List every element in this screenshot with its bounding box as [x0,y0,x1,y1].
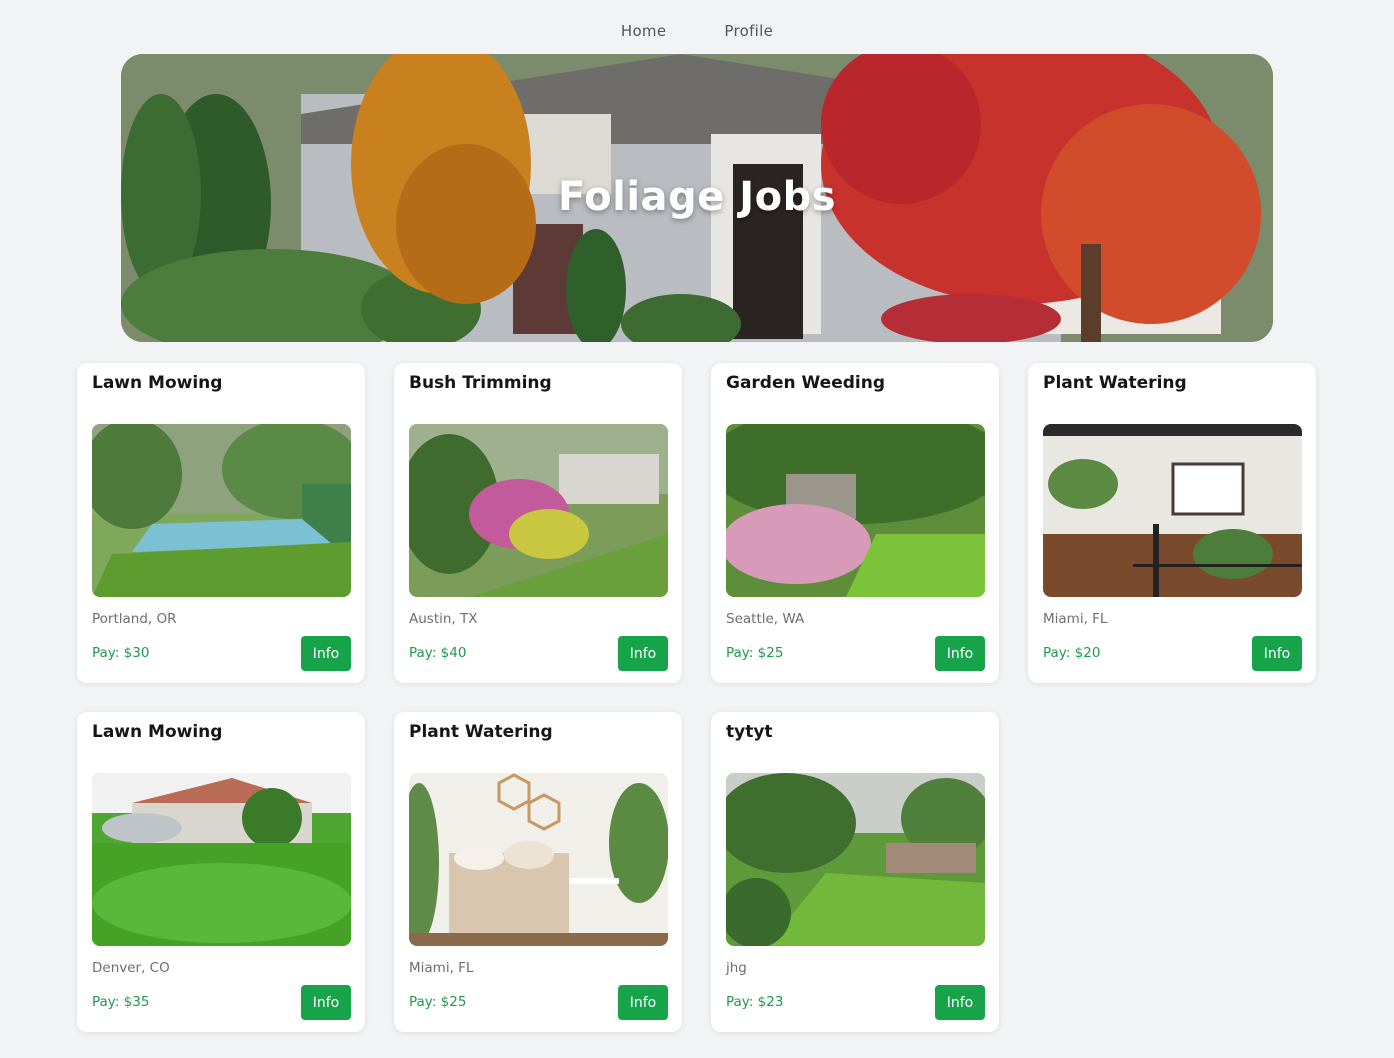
job-location: Miami, FL [1043,611,1108,627]
job-card: tytyt jhg Pay: $23 Info [711,712,999,1032]
job-card: Garden Weeding Seattle, WA Pay: $25 Info [711,363,999,683]
job-pay: Pay: $25 [409,994,467,1010]
job-image [409,424,668,597]
job-image [92,773,351,946]
job-image [726,773,985,946]
job-pay: Pay: $40 [409,645,467,661]
nav-profile-link[interactable]: Profile [724,22,773,40]
info-button[interactable]: Info [618,636,668,671]
job-location: Denver, CO [92,960,170,976]
info-button[interactable]: Info [301,636,351,671]
job-image [1043,424,1302,597]
job-pay: Pay: $35 [92,994,150,1010]
job-location: Austin, TX [409,611,478,627]
info-button[interactable]: Info [1252,636,1302,671]
job-pay: Pay: $25 [726,645,784,661]
job-title: Plant Watering [409,722,553,742]
job-title: Plant Watering [1043,373,1187,393]
job-image [92,424,351,597]
job-title: Garden Weeding [726,373,886,393]
info-button[interactable]: Info [935,636,985,671]
job-card: Lawn Mowing Denver, CO Pay: $35 Info [77,712,365,1032]
job-image [409,773,668,946]
info-button[interactable]: Info [935,985,985,1020]
info-button[interactable]: Info [618,985,668,1020]
job-card: Plant Watering Miami, FL Pay: $25 Info [394,712,682,1032]
job-location: jhg [726,960,747,976]
nav-home-link[interactable]: Home [621,22,667,40]
job-location: Seattle, WA [726,611,805,627]
job-pay: Pay: $20 [1043,645,1101,661]
job-card: Bush Trimming Austin, TX Pay: $40 Info [394,363,682,683]
job-card: Lawn Mowing Portland, OR Pay: $30 Info [77,363,365,683]
hero-title: Foliage Jobs [557,174,837,220]
job-title: Lawn Mowing [92,373,223,393]
job-location: Portland, OR [92,611,177,627]
info-button[interactable]: Info [301,985,351,1020]
job-card: Plant Watering Miami, FL Pay: $20 Info [1028,363,1316,683]
hero-banner: Foliage Jobs [121,54,1273,342]
job-pay: Pay: $30 [92,645,150,661]
job-pay: Pay: $23 [726,994,784,1010]
job-location: Miami, FL [409,960,474,976]
job-title: Bush Trimming [409,373,552,393]
job-title: tytyt [726,722,773,742]
top-nav: Home Profile [0,0,1394,54]
job-image [726,424,985,597]
job-title: Lawn Mowing [92,722,223,742]
